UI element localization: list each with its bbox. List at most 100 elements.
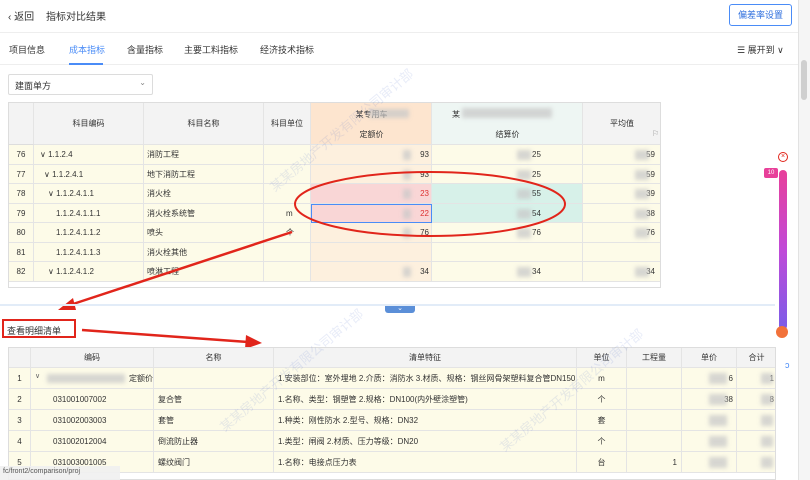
subject-unit [264,242,311,262]
item-feature: 1.名称、类型：钢塑管 2.规格：DN100(内外壁涂塑管) [274,389,577,410]
header-code: 科目编码 [34,103,144,145]
row-index: 76 [9,145,34,165]
header-item-code: 编码 [31,348,154,368]
subject-code[interactable]: 1.1.2.4.1.1.1 [34,203,144,223]
item-quantity [627,410,682,431]
header-project-b: 某 [452,110,460,119]
header-average: 平均值 [583,103,660,145]
detail-list-title[interactable]: 查看明细清单 [7,324,61,337]
project-b-value: 34 [432,262,583,282]
top-bar: ‹ 返回 指标对比结果 偏差率设置 [0,0,810,33]
selected-cell[interactable] [311,203,432,223]
subject-name[interactable]: 消火栓系统管 [144,203,264,223]
average-value [583,243,660,262]
expand-row-icon[interactable]: ∨ [35,372,40,380]
average-value: 39 [583,184,660,204]
tab-economic-index[interactable]: 经济技术指标 [260,43,314,56]
average-value: 59 [583,165,660,184]
tab-content-index[interactable]: 含量指标 [127,43,163,56]
project-b-value: 55 [432,184,583,204]
item-quantity [627,389,682,410]
subject-code[interactable]: 1.1.2.4.1.1.3 [34,242,144,262]
project-b-value: 76 [432,223,583,243]
scrollbar-thumb[interactable] [801,60,807,100]
collapse-chevron-icon[interactable]: ⌄ [385,305,415,313]
item-quantity [627,368,682,389]
row-index: 82 [9,262,34,282]
item-quantity [627,431,682,452]
row-index: 2 [9,389,31,410]
slider-handle[interactable] [776,326,788,338]
item-code: 031001007002 [31,389,154,410]
subject-name[interactable]: 消火栓其他 [144,242,264,262]
header-unit: 科目单位 [264,103,311,145]
area-basis-select[interactable]: 建面单方 ⌄ [8,74,153,95]
item-name: 复合管 [154,389,274,410]
average-value: 59 [583,145,660,165]
project-b-value: 54 [432,203,583,223]
tab-main-material-index[interactable]: 主要工料指标 [184,43,238,56]
item-name [154,368,274,389]
project-a-value [311,242,432,262]
item-feature: 1.种类：刚性防水 2.型号、规格：DN32 [274,410,577,431]
page-title: 指标对比结果 [46,12,106,23]
item-name: 螺纹阀门 [154,452,274,473]
subject-code[interactable]: ∨ 1.1.2.4.1.2 [34,262,144,282]
close-icon[interactable]: × [778,152,788,162]
project-b-value: 25 [432,145,583,165]
row-index: 77 [9,164,34,184]
back-link[interactable]: ‹ 返回 [8,8,34,23]
deviation-slider-track[interactable] [779,170,787,330]
item-code: 031002003003 [31,410,154,431]
subject-code[interactable]: ∨ 1.1.2.4 [34,145,144,165]
annotation-arrow2-line [81,328,249,344]
subject-name[interactable]: 消防工程 [144,145,264,165]
header-item-unit: 单位 [577,348,627,368]
subject-unit: m [264,203,311,223]
item-quantity: 1 [627,452,682,473]
subject-code[interactable]: ∨ 1.1.2.4.1.1 [34,184,144,204]
header-feature: 清单特征 [274,348,577,368]
flag-icon: ⚐ [652,129,660,138]
expand-to-dropdown[interactable]: ☰ 展开到 ∨ [737,43,784,56]
row-index: 80 [9,223,34,243]
subject-unit [264,262,311,282]
average-value: 34 [583,262,660,282]
subject-name[interactable]: 喷头 [144,223,264,243]
tab-cost-index[interactable]: 成本指标 [69,43,105,56]
header-project-a-sub: 定额价 [359,130,384,139]
row-index: 81 [9,242,34,262]
vertical-scrollbar[interactable] [798,0,810,480]
project-b-value [432,242,583,262]
active-tab-indicator [69,63,103,65]
tab-project-info[interactable]: 项目信息 [9,43,45,56]
row-index: 1 [9,368,31,389]
subject-unit [264,145,311,165]
subject-name[interactable]: 喷淋工程 [144,262,264,282]
subject-unit [264,164,311,184]
subject-code[interactable]: ∨ 1.1.2.4.1 [34,164,144,184]
subject-code[interactable]: 1.1.2.4.1.1.2 [34,223,144,243]
subject-unit: 个 [264,223,311,243]
header-price: 单价 [682,348,737,368]
average-value: 38 [583,204,660,223]
subject-name[interactable]: 消火栓 [144,184,264,204]
header-name: 科目名称 [144,103,264,145]
row-index: 79 [9,203,34,223]
subject-unit [264,184,311,204]
subject-name[interactable]: 地下消防工程 [144,164,264,184]
header-item-name: 名称 [154,348,274,368]
item-unit: 个 [577,389,627,410]
item-feature: 1.类型：闸阀 2.材质、压力等级：DN20 [274,431,577,452]
project-a-value: 34 [311,262,432,282]
support-icon[interactable]: ↄ [785,360,795,372]
deviation-settings-button[interactable]: 偏差率设置 [729,4,792,26]
average-value: 76 [583,223,660,243]
status-url: fc/front2/comparison/proj [0,466,120,480]
item-unit: 套 [577,410,627,431]
project-a-value: 93 [311,145,432,165]
item-code: 031002012004 [31,431,154,452]
header-total: 合计 [737,348,775,368]
header-quantity: 工程量 [627,348,682,368]
slider-badge: 10 [764,168,778,178]
